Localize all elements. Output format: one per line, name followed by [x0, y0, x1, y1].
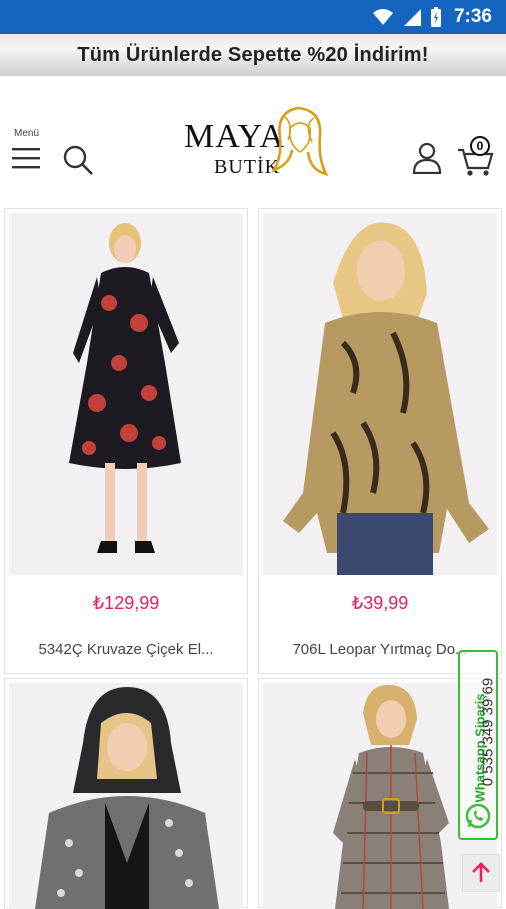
- product-price: ₺39,99: [351, 593, 409, 613]
- whatsapp-order-button[interactable]: Whatsapp Sipariş 0 535 349 39 69: [458, 650, 498, 840]
- promo-text: Tüm Ürünlerde Sepette %20 İndirim!: [77, 43, 429, 66]
- product-card[interactable]: ₺129,99 5342Ç Kruvaze Çiçek El...: [4, 208, 248, 674]
- whatsapp-phone: 0 535 349 39 69: [479, 677, 497, 787]
- whatsapp-icon: [465, 803, 491, 829]
- scroll-to-top-button[interactable]: [462, 854, 500, 892]
- account-button[interactable]: [412, 142, 442, 179]
- brand-logo[interactable]: MAYA BUTİK: [180, 104, 330, 184]
- user-icon: [412, 142, 442, 175]
- product-card[interactable]: ₺39,99 706L Leopar Yırtmaç Do...: [258, 208, 502, 674]
- product-name[interactable]: 5342Ç Kruvaze Çiçek El...: [5, 641, 247, 658]
- product-image-leopard-blouse[interactable]: [263, 213, 497, 575]
- status-bar: 7:36: [0, 0, 506, 34]
- search-button[interactable]: [62, 144, 94, 181]
- promo-banner[interactable]: Tüm Ürünlerde Sepette %20 İndirim!: [0, 34, 506, 76]
- product-image-sequin-jacket[interactable]: [9, 683, 243, 909]
- status-time: 7:36: [453, 6, 492, 27]
- menu-button[interactable]: Menü: [12, 128, 46, 178]
- product-price: ₺129,99: [92, 593, 160, 613]
- signal-icon: [403, 9, 421, 26]
- cart-button[interactable]: 0: [456, 134, 496, 178]
- cart-count-badge: 0: [470, 136, 490, 156]
- product-card[interactable]: [4, 678, 248, 909]
- leopard-blouse-photo: [263, 213, 497, 575]
- product-image-floral-dress[interactable]: [9, 213, 243, 575]
- app-header: Menü MAYA BUTİK 0: [0, 76, 506, 200]
- wifi-icon: [372, 9, 393, 25]
- arrow-up-icon: [472, 862, 490, 882]
- logo-woman-face-icon: [271, 106, 329, 176]
- hamburger-icon: [12, 148, 40, 169]
- sequin-jacket-photo: [9, 683, 243, 909]
- floral-dress-photo: [9, 213, 243, 575]
- status-icons: 7:36: [372, 6, 492, 28]
- search-icon: [63, 145, 93, 175]
- battery-icon: [430, 7, 441, 27]
- menu-label: Menü: [14, 128, 40, 139]
